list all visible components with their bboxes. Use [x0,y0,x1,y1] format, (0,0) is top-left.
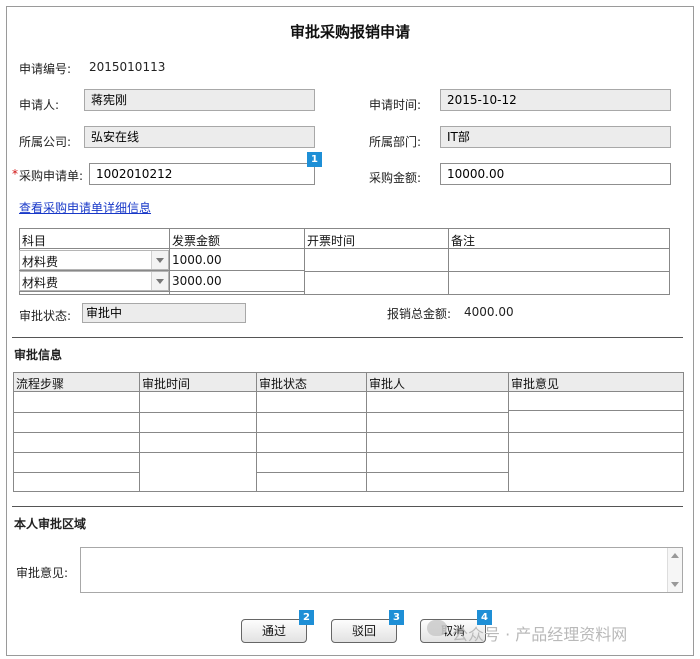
approval-row-divider [256,412,366,413]
approval-row-divider [366,472,508,473]
approval-row-divider [256,472,366,473]
approval-row-divider [256,432,366,433]
approval-row-divider [139,452,256,453]
wechat-icon [427,620,447,636]
section-divider [12,337,683,338]
apply-time-label: 申请时间: [369,98,422,112]
invoice-header-amount: 发票金额 [172,234,221,248]
required-mark: * [12,167,18,181]
invoice-amount-cell: 3000.00 [172,274,222,288]
scroll-down-icon[interactable] [671,582,679,587]
status-label: 审批状态: [19,309,72,323]
approval-row-divider [13,452,139,453]
my-approval-title: 本人审批区域 [14,517,87,531]
section-divider [12,506,683,507]
total-amount-value: 4000.00 [464,305,514,319]
application-no-value: 2015010113 [89,60,166,74]
invoice-col-divider [448,228,449,295]
dept-label: 所属部门: [369,135,422,149]
watermark: 公众号 · 产品经理资料网 [452,625,628,644]
reject-button[interactable]: 驳回 [331,619,397,643]
invoice-header-time: 开票时间 [307,234,356,248]
approval-row-divider [508,432,684,433]
total-amount-label: 报销总金额: [387,307,452,321]
application-no-label: 申请编号: [19,62,72,76]
company-field: 弘安在线 [84,126,315,148]
subject-select[interactable]: 材料费 [19,250,169,270]
approval-row-divider [139,412,256,413]
chevron-down-icon[interactable] [151,272,168,290]
po-input[interactable]: 1002010212 [89,163,315,185]
approval-info-title: 审批信息 [14,348,63,362]
po-label: 采购申请单: [19,169,84,183]
approval-row-divider [366,432,508,433]
invoice-col-divider [169,228,170,295]
approval-row-divider [366,452,508,453]
approval-row-divider [256,452,366,453]
subject-select-value: 材料费 [22,276,59,290]
badge-2: 2 [299,610,314,625]
opinion-label: 审批意见: [16,566,69,580]
invoice-amount-cell: 1000.00 [172,253,222,267]
page-title: 审批采购报销申请 [289,23,410,41]
invoice-row-divider [19,291,305,292]
subject-select-value: 材料费 [22,255,59,269]
approval-row-divider [13,472,139,473]
apply-time-field: 2015-10-12 [440,89,671,111]
scroll-up-icon[interactable] [671,553,679,558]
invoice-header-note: 备注 [451,234,476,248]
amount-label: 采购金额: [369,171,422,185]
approval-row-divider [13,412,139,413]
approval-row-divider [508,410,684,411]
approve-button[interactable]: 通过 [241,619,307,643]
amount-input[interactable]: 10000.00 [440,163,671,185]
view-po-detail-link[interactable]: 查看采购申请单详细信息 [19,199,151,216]
approval-row-divider [13,432,139,433]
approval-row-divider [366,412,508,413]
textarea-scrollbar[interactable] [667,548,682,592]
applicant-label: 申请人: [19,98,60,112]
badge-3: 3 [389,610,404,625]
subject-select[interactable]: 材料费 [19,271,169,291]
approval-row-divider [139,432,256,433]
invoice-col-divider [304,228,305,295]
company-label: 所属公司: [19,135,72,149]
applicant-field: 蒋宪刚 [84,89,315,111]
invoice-row-divider [304,271,670,272]
opinion-textarea[interactable] [80,547,683,593]
status-field: 审批中 [82,303,246,323]
approval-row-divider [508,452,684,453]
chevron-down-icon[interactable] [151,251,168,269]
dept-field: IT部 [440,126,671,148]
invoice-header-subject: 科目 [22,234,47,248]
badge-1: 1 [307,152,322,167]
